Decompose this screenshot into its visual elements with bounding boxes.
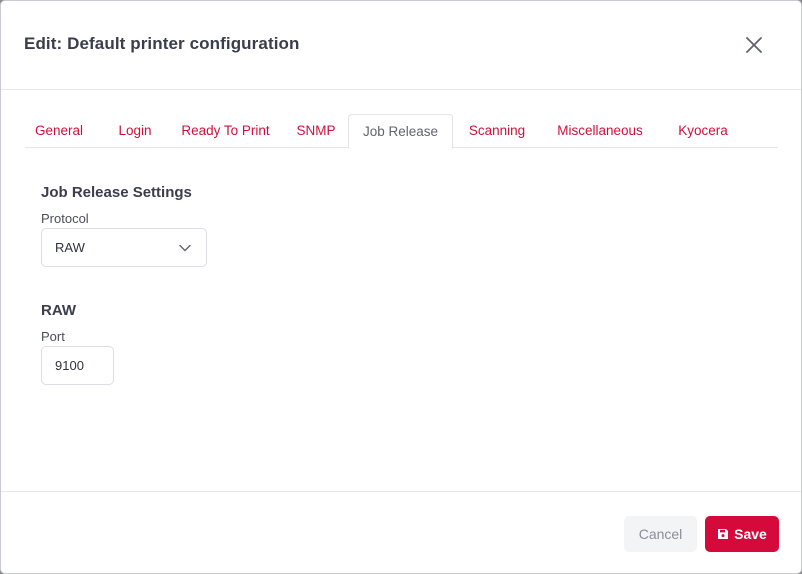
protocol-label: Protocol — [41, 211, 89, 226]
job-release-settings-heading: Job Release Settings — [41, 184, 192, 201]
save-button[interactable]: Save — [705, 516, 779, 552]
cancel-button[interactable]: Cancel — [624, 516, 697, 552]
tab-login[interactable]: Login — [110, 114, 160, 148]
close-button[interactable] — [741, 32, 767, 58]
floppy-disk-icon — [718, 529, 729, 539]
tab-bar: General Login Ready To Print SNMP Job Re… — [25, 114, 778, 149]
dialog-header: Edit: Default printer configuration — [1, 1, 801, 90]
tab-ready-to-print[interactable]: Ready To Print — [172, 114, 279, 148]
port-label: Port — [41, 329, 65, 344]
protocol-select[interactable]: RAW — [41, 228, 207, 267]
tab-general[interactable]: General — [29, 114, 89, 148]
tab-miscellaneous[interactable]: Miscellaneous — [549, 114, 651, 148]
edit-printer-dialog: Edit: Default printer configuration Gene… — [0, 0, 802, 574]
dialog-title: Edit: Default printer configuration — [24, 34, 300, 53]
close-icon — [746, 37, 762, 53]
port-input[interactable] — [41, 346, 114, 385]
cancel-button-label: Cancel — [638, 526, 683, 542]
tab-snmp[interactable]: SNMP — [291, 114, 341, 148]
raw-heading: RAW — [41, 302, 76, 319]
protocol-selected-value: RAW — [55, 240, 85, 255]
chevron-down-icon — [179, 244, 191, 252]
save-button-label: Save — [734, 526, 767, 542]
tab-kyocera[interactable]: Kyocera — [668, 114, 738, 148]
tab-job-release[interactable]: Job Release — [348, 114, 453, 149]
dialog-footer: Cancel Save — [1, 491, 801, 573]
tab-scanning[interactable]: Scanning — [461, 114, 533, 148]
